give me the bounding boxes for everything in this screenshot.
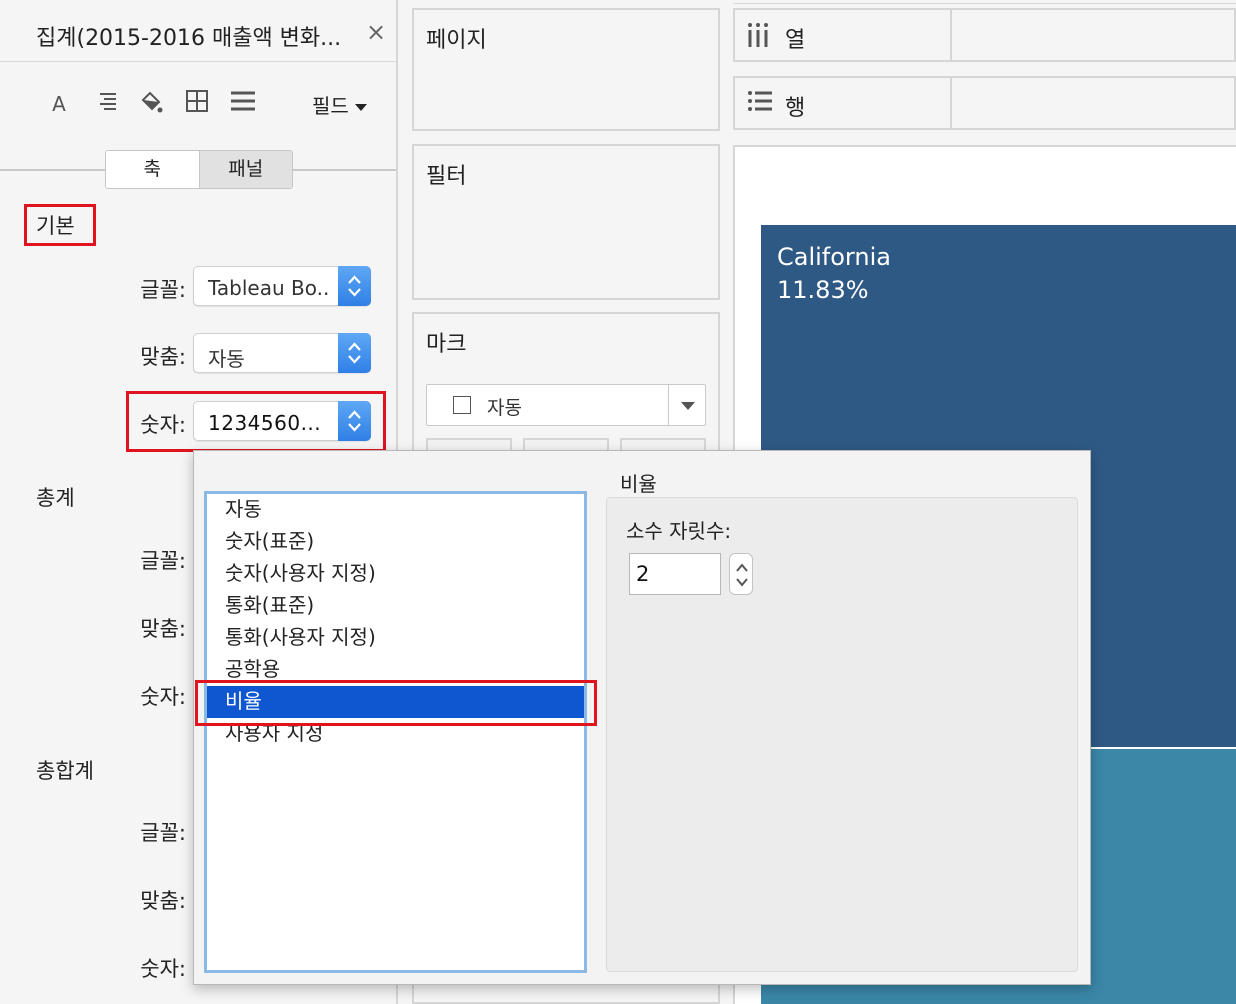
top-divider: [733, 0, 1236, 4]
dropdown-separator: [668, 385, 669, 425]
basic-font-value: Tableau Bo..: [208, 276, 330, 300]
tab-axis[interactable]: 축: [106, 151, 199, 188]
grand-total-font-label: 글꼴:: [140, 821, 186, 845]
axis-pane-tabs: 축 패널: [105, 150, 293, 189]
rows-shelf-label: 행: [785, 96, 806, 121]
format-option-currency-standard[interactable]: 통화(표준): [207, 590, 584, 622]
stepper-icon: [338, 266, 371, 306]
close-icon[interactable]: ×: [366, 18, 386, 46]
borders-icon[interactable]: [184, 90, 210, 118]
pages-shelf-title: 페이지: [426, 28, 487, 53]
format-option-currency-custom[interactable]: 통화(사용자 지정): [207, 622, 584, 654]
chevron-down-icon: [354, 104, 367, 111]
marks-type-dropdown[interactable]: 자동: [426, 384, 706, 426]
basic-font-label: 글꼴:: [140, 278, 186, 302]
format-detail-title: 비율: [620, 472, 657, 496]
format-option-number-custom[interactable]: 숫자(사용자 지정): [207, 558, 584, 590]
tile-percent-label: 11.83%: [777, 276, 869, 304]
total-font-label: 글꼴:: [140, 549, 186, 573]
shelf-divider: [950, 78, 952, 130]
columns-shelf[interactable]: 열: [733, 8, 1236, 62]
pane-title-bar: 집계(2015-2016 매출액 변화... ×: [0, 0, 396, 62]
marks-type-label: 자동: [487, 397, 522, 419]
shading-icon[interactable]: [138, 90, 164, 118]
total-number-label: 숫자:: [140, 685, 186, 709]
pages-shelf[interactable]: 페이지: [412, 8, 720, 131]
format-option-auto[interactable]: 자동: [207, 494, 584, 526]
decimal-places-label: 소수 자릿수:: [626, 519, 732, 543]
columns-shelf-label: 열: [785, 28, 806, 53]
grand-total-number-label: 숫자:: [140, 957, 186, 981]
tab-pane[interactable]: 패널: [198, 151, 292, 188]
total-align-label: 맞춤:: [140, 617, 186, 641]
chevron-down-icon: [681, 402, 695, 410]
grand-total-align-label: 맞춤:: [140, 889, 186, 913]
marks-card-title: 마크: [426, 332, 467, 357]
font-icon[interactable]: A: [46, 90, 72, 118]
basic-font-select[interactable]: Tableau Bo..: [193, 266, 371, 306]
basic-align-label: 맞춤:: [140, 345, 186, 369]
pane-title: 집계(2015-2016 매출액 변화...: [36, 26, 342, 51]
basic-align-value: 자동: [208, 347, 245, 371]
columns-icon: [747, 22, 769, 52]
filters-shelf-title: 필터: [426, 164, 467, 189]
rows-shelf[interactable]: 행: [733, 76, 1236, 130]
decimal-places-input[interactable]: [629, 553, 721, 595]
lines-icon[interactable]: [230, 90, 256, 118]
field-dropdown-label: 필드: [312, 94, 349, 118]
section-total: 총계: [36, 486, 75, 510]
decimal-places-stepper[interactable]: [729, 553, 753, 595]
align-icon[interactable]: [92, 90, 118, 118]
stepper-icon: [338, 333, 371, 373]
filters-shelf[interactable]: 필터: [412, 144, 720, 300]
format-type-list[interactable]: 자동 숫자(표준) 숫자(사용자 지정) 통화(표준) 통화(사용자 지정) 공…: [204, 491, 587, 973]
field-dropdown[interactable]: 필드: [312, 90, 367, 119]
square-mark-icon: [453, 396, 471, 414]
section-grand-total: 총합계: [36, 759, 94, 783]
format-option-number-standard[interactable]: 숫자(표준): [207, 526, 584, 558]
highlight-box-percentage: [195, 680, 597, 726]
highlight-box-basic: [24, 204, 96, 246]
tile-state-label: California: [777, 243, 891, 271]
shelf-divider: [950, 10, 952, 62]
basic-align-select[interactable]: 자동: [193, 333, 371, 373]
rows-icon: [747, 90, 773, 116]
highlight-box-number: [126, 391, 386, 452]
